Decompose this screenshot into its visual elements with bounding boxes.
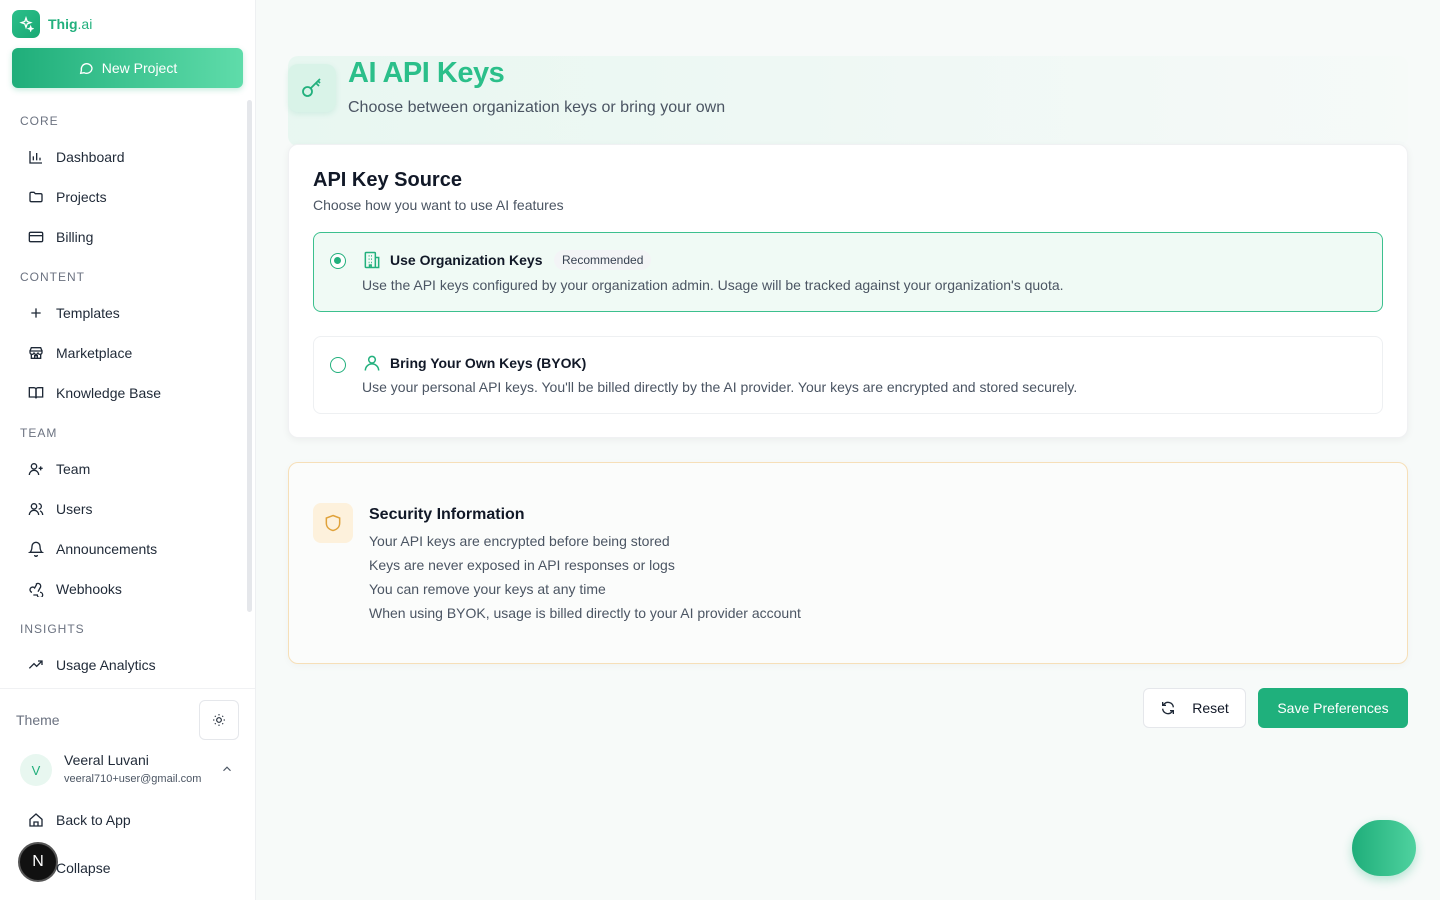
main-content: AI API Keys Choose between organization … bbox=[256, 0, 1440, 900]
security-line: You can remove your keys at any time bbox=[369, 581, 606, 597]
user-name: Veeral Luvani bbox=[64, 752, 149, 768]
sidebar-item-label: Dashboard bbox=[56, 149, 125, 165]
user-email: veeral710+user@gmail.com bbox=[64, 773, 202, 785]
credit-card-icon bbox=[28, 231, 44, 243]
option-description: Use the API keys configured by your orga… bbox=[362, 277, 1064, 293]
sidebar-item-label: Templates bbox=[56, 305, 120, 321]
sidebar-item-dashboard[interactable]: Dashboard bbox=[20, 141, 236, 173]
key-icon bbox=[288, 64, 336, 112]
security-line: When using BYOK, usage is billed directl… bbox=[369, 605, 801, 621]
sidebar-item-knowledge-base[interactable]: Knowledge Base bbox=[20, 377, 236, 409]
new-project-button[interactable]: New Project bbox=[12, 48, 243, 88]
section-label-core: CORE bbox=[20, 114, 59, 128]
radio-byok[interactable] bbox=[330, 357, 346, 373]
sidebar-item-label: Projects bbox=[56, 189, 107, 205]
plus-icon bbox=[31, 308, 41, 318]
sidebar-item-label: Users bbox=[56, 501, 93, 517]
sidebar-item-webhooks[interactable]: Webhooks bbox=[20, 573, 236, 605]
sidebar-item-label: Billing bbox=[56, 229, 94, 245]
floating-action-button[interactable] bbox=[1352, 820, 1416, 876]
security-line: Your API keys are encrypted before being… bbox=[369, 533, 670, 549]
card-title: API Key Source bbox=[313, 169, 462, 191]
theme-label: Theme bbox=[16, 712, 60, 728]
sidebar-item-templates[interactable]: Templates bbox=[20, 297, 236, 329]
next-dev-badge[interactable]: N bbox=[18, 842, 58, 882]
security-line: Keys are never exposed in API responses … bbox=[369, 557, 675, 573]
sidebar-item-label: Announcements bbox=[56, 541, 158, 557]
bell-icon bbox=[28, 541, 44, 557]
page-subtitle: Choose between organization keys or brin… bbox=[348, 99, 726, 116]
users-icon bbox=[28, 503, 44, 516]
book-open-icon bbox=[28, 387, 44, 399]
option-byok[interactable]: Bring Your Own Keys (BYOK) Use your pers… bbox=[313, 336, 1383, 414]
sidebar: Thig.ai New Project CORE Dashboard Proje… bbox=[0, 0, 256, 900]
section-label-team: TEAM bbox=[20, 426, 58, 440]
api-key-source-card: API Key Source Choose how you want to us… bbox=[288, 144, 1408, 438]
recommended-badge: Recommended bbox=[554, 250, 652, 270]
sidebar-scrollbar[interactable] bbox=[247, 100, 252, 612]
sidebar-item-label: Marketplace bbox=[56, 345, 133, 361]
sidebar-item-billing[interactable]: Billing bbox=[20, 221, 236, 253]
bar-chart-icon bbox=[29, 151, 42, 164]
card-subtitle: Choose how you want to use AI features bbox=[313, 197, 564, 213]
sidebar-item-label: Webhooks bbox=[56, 581, 122, 597]
folder-icon bbox=[29, 191, 43, 203]
reset-label: Reset bbox=[1192, 700, 1229, 716]
brand-name: Thig.ai bbox=[48, 16, 93, 32]
reset-button[interactable]: Reset bbox=[1143, 688, 1246, 728]
shield-icon bbox=[313, 503, 353, 543]
webhook-icon bbox=[29, 582, 44, 597]
sidebar-item-label: Team bbox=[56, 461, 91, 477]
security-info-card: Security Information Your API keys are e… bbox=[288, 462, 1408, 664]
option-title: Use Organization Keys bbox=[390, 252, 543, 268]
home-icon bbox=[29, 813, 43, 827]
security-title: Security Information bbox=[369, 506, 525, 523]
sidebar-item-label: Usage Analytics bbox=[56, 657, 156, 673]
sun-icon bbox=[213, 714, 225, 726]
trending-up-icon bbox=[28, 660, 43, 669]
sidebar-item-announcements[interactable]: Announcements bbox=[20, 533, 236, 565]
sidebar-divider bbox=[0, 688, 255, 689]
sidebar-item-usage-analytics[interactable]: Usage Analytics bbox=[20, 649, 236, 681]
collapse-label: Collapse bbox=[56, 860, 111, 876]
new-project-label: New Project bbox=[101, 60, 178, 76]
section-label-insights: INSIGHTS bbox=[20, 622, 85, 636]
option-description: Use your personal API keys. You'll be bi… bbox=[362, 379, 1078, 395]
save-preferences-button[interactable]: Save Preferences bbox=[1258, 688, 1408, 728]
avatar: V bbox=[20, 754, 52, 786]
chevron-up-icon bbox=[223, 766, 231, 772]
sidebar-item-marketplace[interactable]: Marketplace bbox=[20, 337, 236, 369]
user-menu[interactable]: V Veeral Luvani veeral710+user@gmail.com bbox=[20, 752, 240, 792]
building-icon bbox=[364, 251, 380, 269]
option-title: Bring Your Own Keys (BYOK) bbox=[390, 355, 587, 371]
option-organization-keys[interactable]: Use Organization Keys Recommended Use th… bbox=[313, 232, 1383, 312]
user-plus-icon bbox=[28, 463, 43, 476]
sparkles-icon bbox=[12, 10, 40, 38]
sidebar-item-team[interactable]: Team bbox=[20, 453, 236, 485]
sidebar-item-users[interactable]: Users bbox=[20, 493, 236, 525]
radio-organization-keys[interactable] bbox=[330, 253, 346, 269]
page-title: AI API Keys bbox=[348, 57, 505, 89]
refresh-icon bbox=[1162, 701, 1175, 715]
store-icon bbox=[29, 347, 43, 359]
brand[interactable]: Thig.ai bbox=[12, 10, 92, 38]
message-circle-icon bbox=[79, 63, 93, 75]
sidebar-item-label: Knowledge Base bbox=[56, 385, 162, 401]
user-icon bbox=[364, 355, 380, 371]
back-to-app-label: Back to App bbox=[56, 812, 131, 828]
section-label-content: CONTENT bbox=[20, 270, 85, 284]
theme-toggle-button[interactable] bbox=[199, 700, 239, 740]
back-to-app-link[interactable]: Back to App bbox=[20, 804, 236, 836]
sidebar-item-projects[interactable]: Projects bbox=[20, 181, 236, 213]
